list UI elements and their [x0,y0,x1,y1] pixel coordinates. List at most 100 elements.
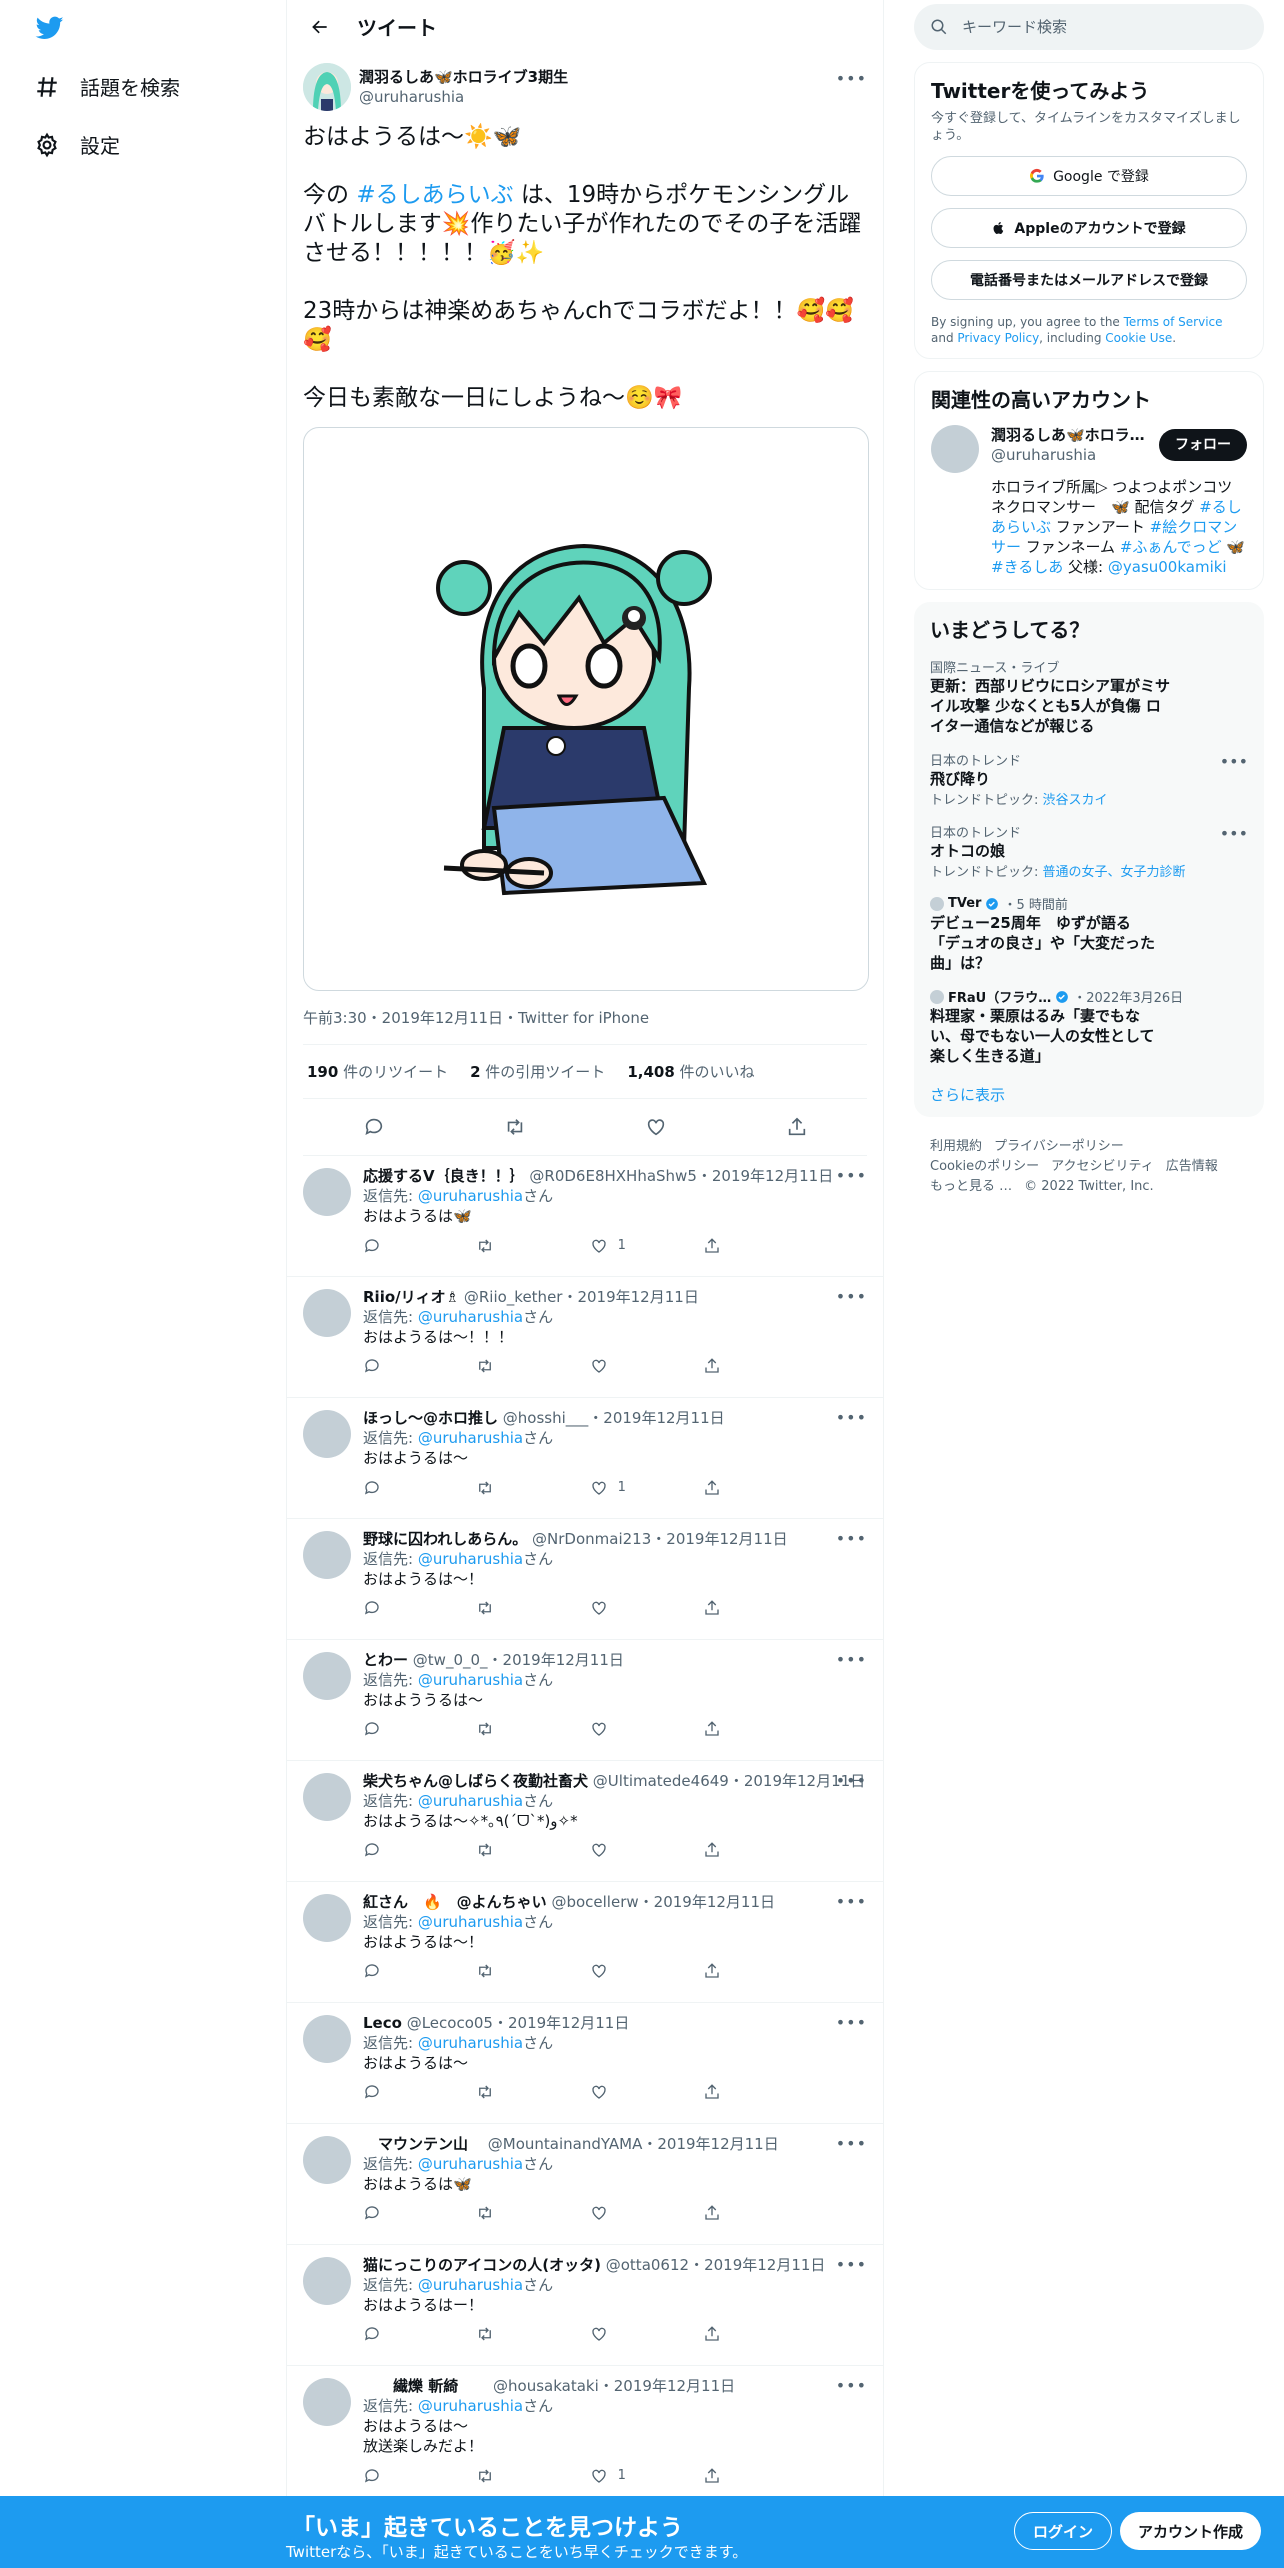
more-options-icon[interactable]: ••• [836,2013,867,2032]
share-button[interactable] [703,1962,783,1980]
quotes-stat[interactable]: 2 件の引用ツイート [470,1061,605,1082]
reply-tweet[interactable]: ••• Leco @Lecoco05・2019年12月11日 返信先: @uru… [287,2003,883,2124]
reply-button[interactable] [363,1236,443,1256]
reply-author-handle[interactable]: @R0D6E8HXHhaShw5 [529,1167,696,1185]
share-button[interactable] [703,1478,783,1498]
reply-author-handle[interactable]: @Lecoco05 [407,2014,493,2032]
reply-button[interactable] [363,1599,443,1617]
reply-author-name[interactable]: ほっし～@ホロ推し [363,1409,498,1427]
reply-date[interactable]: ・2019年12月11日 [689,2256,825,2274]
reply-to-mention[interactable]: @uruharushia [418,2397,523,2415]
share-button[interactable] [703,2466,783,2486]
avatar[interactable] [303,1168,351,1216]
reply-author-name[interactable]: Leco [363,2014,402,2032]
reply-tweet[interactable]: ••• Riio/リィオ♗ @Riio_kether・2019年12月11日 返… [287,1277,883,1398]
reply-to-mention[interactable]: @uruharushia [418,1308,523,1326]
author-avatar[interactable] [303,63,351,111]
avatar[interactable] [931,425,979,473]
reply-date[interactable]: ・2019年12月11日 [651,1530,787,1548]
reply-tweet[interactable]: ••• とわー @tw_0_0_・2019年12月11日 返信先: @uruha… [287,1640,883,1761]
more-options-icon[interactable]: ••• [1220,752,1248,771]
reply-author-handle[interactable]: @otta0612 [606,2256,689,2274]
retweet-button[interactable] [476,2325,556,2343]
reply-to-mention[interactable]: @uruharushia [418,1187,523,1205]
reply-tweet[interactable]: ••• 応援するV｛良き！！｝ @R0D6E8HXHhaShw5・2019年12… [287,1156,883,1277]
related-account-handle[interactable]: @uruharushia [991,445,1145,465]
like-button[interactable] [590,2325,670,2343]
reply-author-name[interactable]: 応援するV｛良き！！｝ [363,1167,525,1185]
reply-author-name[interactable]: 猫にっこりのアイコンの人(オッタ) [363,2256,601,2274]
share-button[interactable] [703,1236,783,1256]
likes-stat[interactable]: 1,408 件のいいね [627,1061,754,1082]
reply-to-mention[interactable]: @uruharushia [418,2276,523,2294]
like-button[interactable]: 1 [590,1236,670,1256]
footer-link[interactable]: もっと見る … [930,1179,1012,1194]
login-button[interactable]: ログイン [1014,2512,1113,2550]
news-item[interactable]: TVer ・5 時間前 デビュー25周年 ゆずが語る「デュオの良さ」や「大変だった… [930,894,1248,973]
reply-button[interactable] [363,1720,443,1738]
reply-author-handle[interactable]: @tw_0_0_ [413,1651,488,1669]
retweet-button[interactable] [476,1962,556,1980]
twitter-bird-icon[interactable] [34,14,66,42]
like-button[interactable]: 1 [590,2466,670,2486]
nav-explore[interactable]: 話題を検索 [34,72,180,101]
trend-topic-link[interactable]: 普通の女子、女子力診断 [1043,865,1186,880]
like-button[interactable] [590,1357,670,1375]
footer-link[interactable]: Cookieのポリシー [930,1159,1039,1174]
footer-link[interactable]: プライバシーポリシー [994,1139,1124,1154]
more-options-icon[interactable]: ••• [836,1287,867,1306]
like-button[interactable] [590,2083,670,2101]
reply-date[interactable]: ・2019年12月11日 [697,1167,833,1185]
avatar[interactable] [303,2257,351,2305]
terms-of-service-link[interactable]: Terms of Service [1124,315,1223,329]
reply-tweet[interactable]: ••• 紅さん 🔥 @よんちゃい @bocellerw・2019年12月11日 … [287,1882,883,2003]
reply-tweet[interactable]: ••• 猫にっこりのアイコンの人(オッタ) @otta0612・2019年12月… [287,2245,883,2366]
reply-tweet[interactable]: ••• 繊爍 斬綺 @housakataki・2019年12月11日 返信先: … [287,2366,883,2502]
reply-date[interactable]: ・2019年12月11日 [599,2377,735,2395]
share-button[interactable] [703,1357,783,1375]
avatar[interactable] [303,1410,351,1458]
share-button[interactable] [703,2204,783,2222]
phone-email-signup-button[interactable]: 電話番号またはメールアドレスで登録 [931,260,1247,300]
like-button[interactable] [590,1962,670,1980]
avatar[interactable] [303,1773,351,1821]
more-options-icon[interactable]: ••• [836,69,867,88]
avatar[interactable] [303,2015,351,2063]
share-button[interactable] [703,1841,783,1859]
reply-author-name[interactable]: とわー [363,1651,408,1669]
reply-tweet[interactable]: ••• 柴犬ちゃん@しばらく夜勤社畜犬 @Ultimatede4649・2019… [287,1761,883,1882]
avatar[interactable] [303,1652,351,1700]
like-button[interactable] [590,2204,670,2222]
share-button[interactable] [779,1109,815,1145]
back-button[interactable] [303,10,337,44]
avatar[interactable] [303,2136,351,2184]
avatar[interactable] [303,2378,351,2426]
google-signup-button[interactable]: Google で登録 [931,156,1247,196]
more-options-icon[interactable]: ••• [836,1650,867,1669]
more-options-icon[interactable]: ••• [836,2376,867,2395]
show-more-link[interactable]: さらに表示 [930,1084,1248,1105]
reply-button[interactable] [363,2083,443,2101]
reply-to-mention[interactable]: @uruharushia [418,2034,523,2052]
search-bar[interactable] [914,4,1264,50]
cookie-use-link[interactable]: Cookie Use [1105,331,1172,345]
more-options-icon[interactable]: ••• [836,2134,867,2153]
more-options-icon[interactable]: ••• [836,1408,867,1427]
avatar[interactable] [303,1289,351,1337]
avatar[interactable] [303,1531,351,1579]
reply-date[interactable]: ・2019年12月11日 [488,1651,624,1669]
retweet-button[interactable] [476,1841,556,1859]
avatar[interactable] [303,1894,351,1942]
like-button[interactable]: 1 [590,1478,670,1498]
reply-author-handle[interactable]: @MountainandYAMA [488,2135,643,2153]
mention-link[interactable]: @yasu00kamiki [1108,558,1227,576]
footer-link[interactable]: 利用規約 [930,1139,982,1154]
reply-date[interactable]: ・2019年12月11日 [493,2014,629,2032]
reply-date[interactable]: ・2019年12月11日 [588,1409,724,1427]
reply-to-mention[interactable]: @uruharushia [418,1792,523,1810]
reply-to-mention[interactable]: @uruharushia [418,1429,523,1447]
like-button[interactable] [590,1599,670,1617]
reply-to-mention[interactable]: @uruharushia [418,2155,523,2173]
related-account-name[interactable]: 潤羽るしあ🦋ホロラ… [991,425,1145,445]
hashtag-link[interactable]: #るしあらいぶ [356,182,513,208]
